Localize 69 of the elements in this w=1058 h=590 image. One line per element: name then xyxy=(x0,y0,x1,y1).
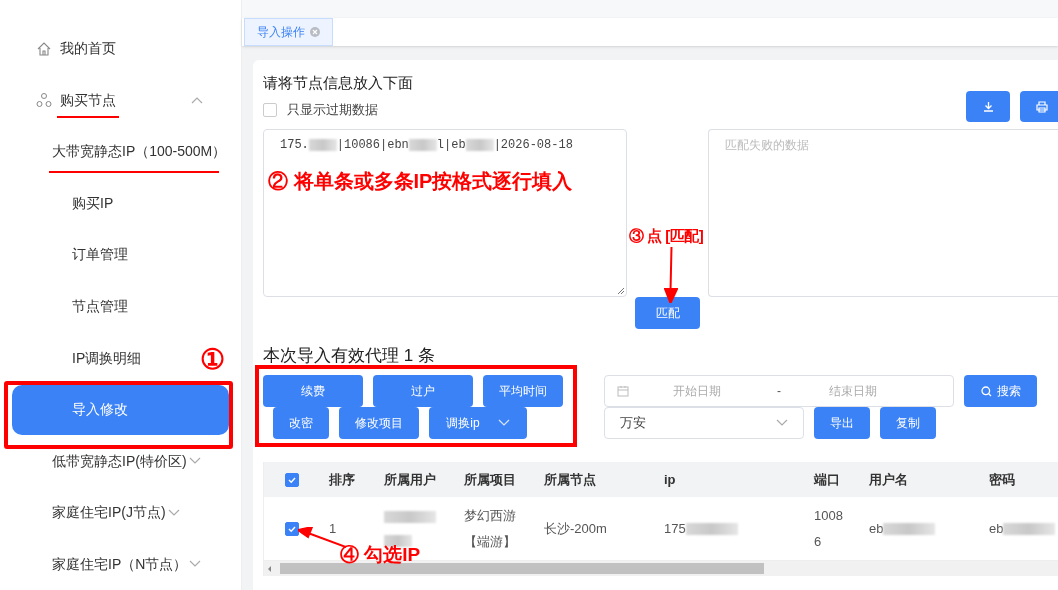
home-icon xyxy=(36,40,52,57)
column-header: 排序 xyxy=(328,470,356,489)
panel-title: 请将节点信息放入下面 xyxy=(263,73,413,93)
chevron-icon xyxy=(776,419,788,427)
annotation-text: ③ 点 [匹配] xyxy=(629,228,704,243)
print-icon xyxy=(1036,100,1048,113)
resize-handle-icon[interactable] xyxy=(617,287,624,294)
download-icon xyxy=(982,101,994,112)
input-text: |10086|ebn xyxy=(336,137,409,154)
sidebar-item[interactable]: 大带宽静态IP（100-500M） xyxy=(52,141,227,163)
underline-mark xyxy=(57,116,119,118)
sidebar-item[interactable]: 订单管理 xyxy=(72,244,128,266)
result-title: 本次导入有效代理 1 条 xyxy=(263,345,436,367)
input-text: l|eb xyxy=(436,137,466,154)
action-button[interactable]: 修改项目 xyxy=(339,407,419,439)
table-cell-text: 长沙-200m xyxy=(544,519,607,538)
end-date-placeholder: 结束日期 xyxy=(829,383,877,400)
column-header: 所属节点 xyxy=(543,470,597,489)
sidebar-item[interactable]: 低带宽静态IP(特价区) xyxy=(52,450,187,472)
sidebar-item[interactable]: 购买节点 xyxy=(60,89,116,111)
copy-button[interactable]: 复制 xyxy=(880,407,936,439)
table-cell-text: 梦幻西游【端游】 xyxy=(464,506,517,551)
annotation-text: ④ 勾选IP xyxy=(340,545,421,564)
region-select[interactable]: 万安 xyxy=(604,407,804,439)
match-button[interactable]: 匹配 xyxy=(635,297,700,329)
sidebar-item[interactable]: 我的首页 xyxy=(60,38,116,60)
action-button[interactable]: 过户 xyxy=(373,375,473,407)
sidebar-item[interactable]: 导入修改 xyxy=(12,384,229,435)
table-cell-text: 1 xyxy=(329,519,337,538)
nodes-icon xyxy=(36,92,52,109)
sidebar-item[interactable]: 家庭住宅IP(J节点) xyxy=(52,502,166,524)
date-range-field[interactable]: 开始日期 - 结束日期 xyxy=(604,375,954,407)
annotation-text: ② 将单条或多条IP按格式逐行填入 xyxy=(268,171,573,191)
print-button[interactable] xyxy=(1020,91,1058,122)
close-icon[interactable] xyxy=(310,27,320,37)
tab[interactable]: 导入操作 xyxy=(244,18,333,46)
table-cell-text: 175 xyxy=(664,519,686,538)
action-button[interactable]: 续费 xyxy=(263,375,363,407)
arrow xyxy=(664,247,678,303)
calendar-icon xyxy=(617,385,629,397)
checkbox[interactable] xyxy=(263,103,277,117)
input-text: |2026-08-18 xyxy=(493,137,573,154)
table-cell-text: eb xyxy=(869,519,884,538)
action-button[interactable]: 改密 xyxy=(273,407,329,439)
table-cell-text: 10086 xyxy=(814,506,844,551)
date-separator: - xyxy=(777,383,781,400)
sidebar-item[interactable]: 购买IP xyxy=(72,192,114,214)
table-cell-text: eb xyxy=(989,519,1004,538)
column-header: 端口 xyxy=(812,470,841,489)
column-header: ip xyxy=(663,470,677,489)
checkbox[interactable] xyxy=(284,472,299,487)
annotation-text: ① xyxy=(200,346,225,374)
search-icon xyxy=(980,385,992,397)
download-button[interactable] xyxy=(966,91,1010,122)
column-header: 所属项目 xyxy=(463,470,517,489)
column-header: 密码 xyxy=(988,470,1016,489)
sidebar-item[interactable]: 节点管理 xyxy=(72,296,128,317)
column-header: 所属用户 xyxy=(383,470,437,489)
checkbox-label: 只显示过期数据 xyxy=(287,101,378,120)
action-button[interactable]: 调换ip xyxy=(429,407,527,439)
action-button[interactable]: 平均时间 xyxy=(483,375,563,407)
sidebar-item[interactable]: IP调换明细 xyxy=(72,347,142,369)
checkbox[interactable] xyxy=(284,521,299,536)
search-button[interactable]: 搜索 xyxy=(964,375,1037,407)
start-date-placeholder: 开始日期 xyxy=(673,383,722,400)
input-text: 175. xyxy=(280,137,309,154)
export-button[interactable]: 导出 xyxy=(814,407,870,439)
sidebar-item[interactable]: 家庭住宅IP（N节点） xyxy=(52,553,188,575)
column-header: 用户名 xyxy=(868,470,909,489)
